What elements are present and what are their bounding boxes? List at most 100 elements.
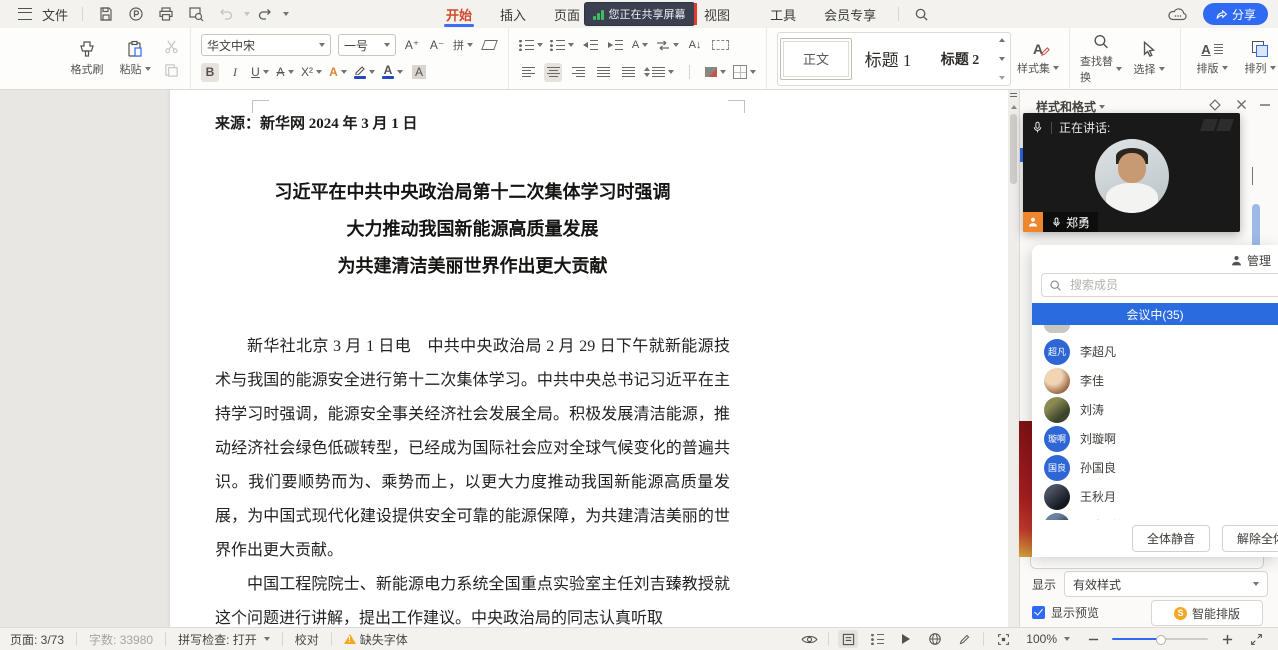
text-effects-button[interactable]: A xyxy=(329,63,347,82)
mute-all-button[interactable]: 全体静音 xyxy=(1132,525,1210,552)
undo-dropdown-caret[interactable] xyxy=(244,12,250,16)
pin-panel-icon[interactable] xyxy=(1209,99,1221,111)
outline-view-button[interactable] xyxy=(867,630,887,648)
meeting-members-window[interactable]: 管理 会议中(35) 超凡李超凡 李佳 刘涛 璇啊刘璇啊 国良孙国良 王秋月 王… xyxy=(1032,245,1278,557)
undo-button[interactable] xyxy=(218,6,234,22)
scrollbar-thumb[interactable] xyxy=(1010,114,1017,184)
tab-stops-button[interactable] xyxy=(711,36,729,55)
tab-view[interactable]: 视图 xyxy=(690,0,744,28)
increase-font-button[interactable]: A⁺ xyxy=(403,36,421,55)
member-row[interactable]: 李佳 xyxy=(1044,366,1264,395)
typeset-button[interactable]: A 排版 xyxy=(1191,33,1233,85)
fit-page-button[interactable] xyxy=(993,630,1013,648)
export-pdf-button[interactable] xyxy=(128,6,144,22)
member-row[interactable]: 超凡李超凡 xyxy=(1044,337,1264,366)
eye-protection-icon[interactable] xyxy=(799,630,819,648)
share-button[interactable]: 分享 xyxy=(1203,3,1268,25)
missing-font-warning[interactable]: 缺失字体 xyxy=(340,631,412,648)
tab-home[interactable]: 开始 xyxy=(432,0,486,28)
spellcheck-status[interactable]: 拼写检查: 打开 xyxy=(174,631,274,648)
style-heading1[interactable]: 标题 1 xyxy=(852,38,924,80)
gallery-scroll-down[interactable] xyxy=(999,57,1005,61)
document-body[interactable]: 新华社北京 3 月 1 日电 中共中央政治局 2 月 29 日下午就新能源技术与… xyxy=(215,330,730,628)
decrease-font-button[interactable]: A⁻ xyxy=(428,36,446,55)
member-row[interactable]: 王秋月 xyxy=(1044,482,1264,511)
borders-button[interactable] xyxy=(733,63,756,82)
style-heading2[interactable]: 标题 2 xyxy=(924,38,996,80)
in-meeting-section-bar[interactable]: 会议中(35) xyxy=(1032,303,1278,325)
zoom-out-button[interactable] xyxy=(1083,630,1103,648)
print-button[interactable] xyxy=(158,6,174,22)
format-painter-button[interactable]: 格式刷 xyxy=(66,33,108,85)
strikethrough-button[interactable]: A xyxy=(276,63,294,82)
paragraph[interactable]: 中国工程院院士、新能源电力系统全国重点实验室主任刘吉臻教授就这个问题进行讲解，提… xyxy=(215,568,730,628)
cloud-sync-icon[interactable] xyxy=(1168,7,1188,21)
justify-button[interactable] xyxy=(594,63,612,82)
increase-indent-button[interactable] xyxy=(606,36,624,55)
highlight-color-button[interactable] xyxy=(354,63,375,82)
scrollbar-up-button[interactable] xyxy=(1009,102,1018,111)
smart-typeset-button[interactable]: S 智能排版 xyxy=(1151,600,1263,626)
file-menu-button[interactable]: 文件 xyxy=(0,2,74,26)
document-page[interactable]: 来源：新华网 2024 年 3 月 1 日 习近平在中共中央政治局第十二次集体学… xyxy=(170,90,1015,628)
member-search-box[interactable] xyxy=(1041,273,1278,297)
collapse-panel-icon[interactable] xyxy=(1259,99,1271,111)
member-row[interactable]: 国良孙国良 xyxy=(1044,453,1264,482)
panel-scrollbar-thumb[interactable] xyxy=(1252,204,1260,248)
copy-icon[interactable] xyxy=(162,61,180,80)
paste-button[interactable]: 粘贴 xyxy=(114,33,156,85)
page-indicator[interactable]: 页面: 3/73 xyxy=(0,631,68,648)
sort-button[interactable]: A↓ xyxy=(686,36,704,55)
align-right-button[interactable] xyxy=(569,63,587,82)
font-color-button[interactable]: A xyxy=(382,63,403,82)
char-shading-button[interactable]: A xyxy=(410,63,428,82)
panel-scrollbar[interactable] xyxy=(1252,168,1262,244)
search-icon[interactable] xyxy=(914,7,929,22)
clear-format-button[interactable] xyxy=(480,36,498,55)
select-button[interactable]: 选择 xyxy=(1128,33,1170,85)
redo-button[interactable] xyxy=(257,6,273,22)
unmute-all-button[interactable]: 解除全体静音 xyxy=(1222,525,1278,552)
member-row[interactable]: 璇啊刘璇啊 xyxy=(1044,424,1264,453)
tab-member[interactable]: 会员专享 xyxy=(810,0,890,28)
meeting-video-window[interactable]: 正在讲话: 郑勇 xyxy=(1023,113,1240,232)
phonetic-guide-button[interactable]: 拼 xyxy=(453,36,473,55)
tab-tools[interactable]: 工具 xyxy=(756,0,810,28)
screen-sharing-badge[interactable]: 您正在共享屏幕 xyxy=(585,3,694,25)
bold-button[interactable]: B xyxy=(201,63,219,82)
document-source-line[interactable]: 来源：新华网 2024 年 3 月 1 日 xyxy=(215,112,418,133)
member-search-input[interactable] xyxy=(1068,277,1242,293)
align-left-button[interactable] xyxy=(519,63,537,82)
arrange-button[interactable]: 排列 xyxy=(1239,33,1278,85)
paragraph[interactable]: 新华社北京 3 月 1 日电 中共中央政治局 2 月 29 日下午就新能源技术与… xyxy=(215,330,730,568)
reading-view-button[interactable] xyxy=(896,630,916,648)
show-preview-checkbox[interactable] xyxy=(1032,606,1045,619)
char-scale-button[interactable]: A xyxy=(631,36,649,55)
decrease-indent-button[interactable] xyxy=(581,36,599,55)
fullscreen-button[interactable] xyxy=(1246,630,1266,648)
cut-icon[interactable] xyxy=(162,37,180,56)
print-preview-button[interactable] xyxy=(188,6,204,22)
style-normal[interactable]: 正文 xyxy=(780,38,852,80)
zoom-slider[interactable] xyxy=(1112,638,1208,640)
find-replace-button[interactable]: 查找替换 xyxy=(1080,33,1122,85)
underline-button[interactable]: U xyxy=(251,63,269,82)
tab-insert[interactable]: 插入 xyxy=(486,0,540,28)
zoom-in-button[interactable] xyxy=(1217,630,1237,648)
gallery-expand-button[interactable] xyxy=(999,76,1005,80)
line-spacing-button[interactable] xyxy=(644,63,674,82)
manage-members-button[interactable]: 管理 xyxy=(1230,252,1276,269)
zoom-slider-thumb[interactable] xyxy=(1156,635,1166,645)
panel-scroll-up-icon[interactable] xyxy=(1252,167,1253,185)
save-button[interactable] xyxy=(98,6,114,22)
shading-button[interactable] xyxy=(705,63,726,82)
page-view-button[interactable] xyxy=(838,630,858,648)
text-direction-button[interactable] xyxy=(656,36,679,55)
distribute-button[interactable] xyxy=(619,63,637,82)
style-set-button[interactable]: A 样式集 xyxy=(1017,33,1059,85)
document-title[interactable]: 习近平在中共中央政治局第十二次集体学习时强调 大力推动我国新能源高质量发展 为共… xyxy=(215,174,730,285)
font-name-select[interactable]: 华文中宋 xyxy=(201,34,331,56)
align-center-button[interactable] xyxy=(544,63,562,82)
show-style-select[interactable]: 有效样式 xyxy=(1064,571,1268,597)
member-row[interactable]: 刘涛 xyxy=(1044,395,1264,424)
